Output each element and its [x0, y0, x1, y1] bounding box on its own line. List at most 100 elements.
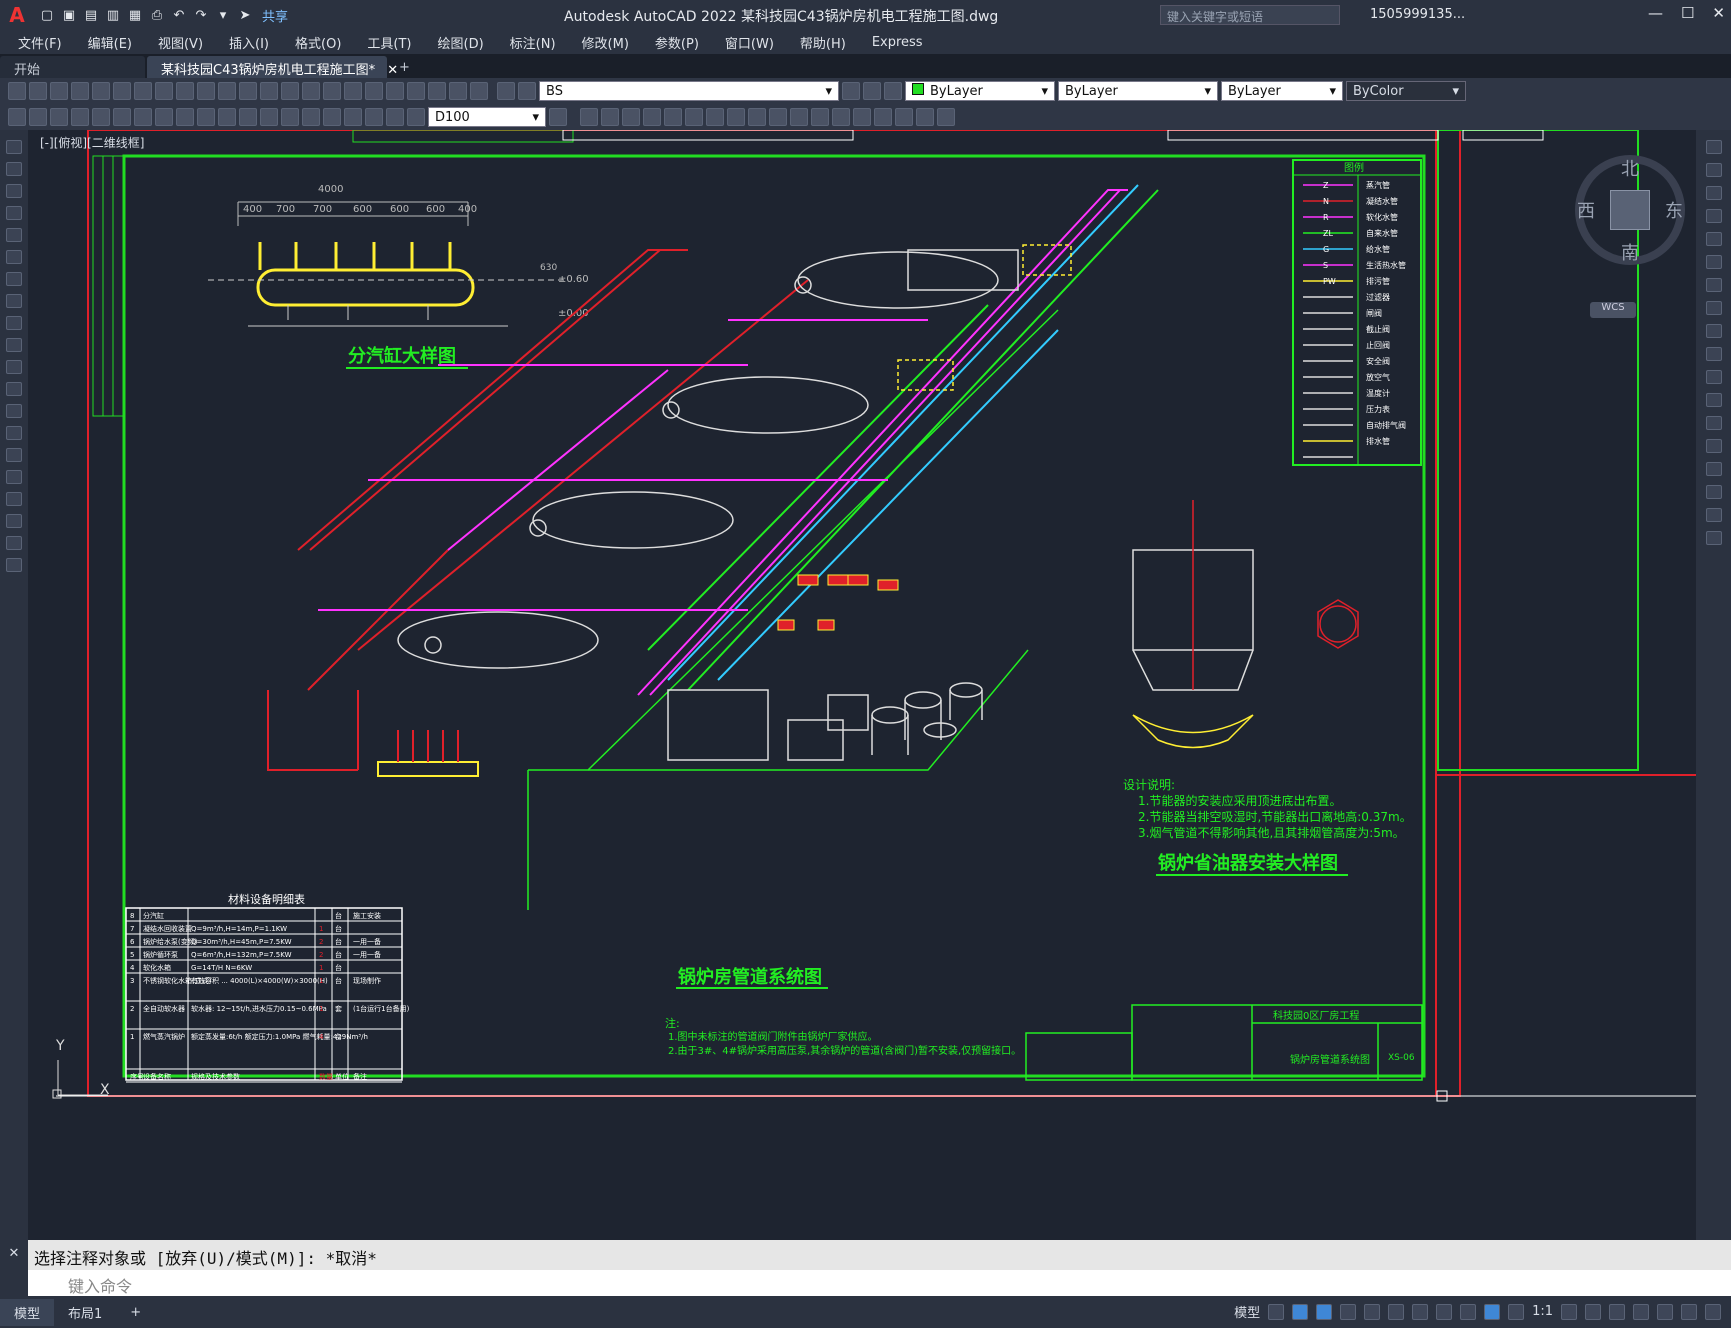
trim-icon[interactable]: [748, 108, 766, 126]
menu-tools[interactable]: 工具(T): [367, 33, 411, 52]
sheet-set-icon[interactable]: [407, 82, 425, 100]
dim-style-icon[interactable]: [549, 108, 567, 126]
customization-icon[interactable]: [1705, 1303, 1721, 1320]
array-icon-r[interactable]: [1705, 232, 1722, 246]
copy-icon-r[interactable]: [1705, 163, 1722, 177]
erase-icon[interactable]: [1705, 140, 1722, 154]
inspection-icon[interactable]: [323, 108, 341, 126]
open-icon[interactable]: [29, 82, 47, 100]
model-space-label[interactable]: 模型: [1234, 1302, 1260, 1321]
zoom-previous-icon[interactable]: [323, 82, 341, 100]
layer-previous-icon[interactable]: [863, 82, 881, 100]
center-mark-icon[interactable]: [302, 108, 320, 126]
command-close-icon[interactable]: ✕: [0, 1240, 28, 1296]
linetype-combo[interactable]: ByLayer ▾: [1058, 81, 1218, 101]
explode-icon[interactable]: [874, 108, 892, 126]
gradient-icon[interactable]: [6, 470, 22, 484]
menu-format[interactable]: 格式(O): [295, 33, 341, 52]
ortho-icon[interactable]: [1316, 1303, 1333, 1320]
open-file-icon[interactable]: ▣: [60, 6, 78, 24]
dim-space-icon[interactable]: [239, 108, 257, 126]
scale-icon-r[interactable]: [1705, 301, 1722, 315]
offset-icon-r[interactable]: [1705, 209, 1722, 223]
plotstyle-combo[interactable]: ByColor ▾: [1346, 81, 1466, 101]
mirror-icon[interactable]: [601, 108, 619, 126]
annotation-visibility-icon[interactable]: [1484, 1303, 1501, 1320]
insert-block-icon[interactable]: [6, 382, 22, 396]
tab-drawing[interactable]: 某科技园C43锅炉房机电工程施工图* ✕: [147, 56, 398, 78]
arc-length-icon[interactable]: [50, 108, 68, 126]
osnap-icon[interactable]: [1412, 1303, 1429, 1320]
menu-help[interactable]: 帮助(H): [800, 33, 846, 52]
dim-update-icon[interactable]: [407, 108, 425, 126]
calculator-icon[interactable]: [449, 82, 467, 100]
aligned-dim-icon[interactable]: [29, 108, 47, 126]
rotate-icon-r[interactable]: [1705, 278, 1722, 292]
isodraft-icon[interactable]: [1364, 1303, 1381, 1320]
save-as-icon[interactable]: ▥: [104, 6, 122, 24]
menu-parametric[interactable]: 参数(P): [655, 33, 699, 52]
add-selected-icon[interactable]: [6, 558, 22, 572]
viewport-controls[interactable]: [-][俯视][二维线框]: [40, 134, 144, 151]
line-icon[interactable]: [6, 140, 22, 154]
annotation-monitor-icon[interactable]: [1585, 1303, 1601, 1320]
quick-dim-icon[interactable]: [176, 108, 194, 126]
viewcube-north[interactable]: 北: [1621, 155, 1639, 181]
menu-insert[interactable]: 插入(I): [229, 33, 269, 52]
tool-palettes-icon[interactable]: [386, 82, 404, 100]
rotate-icon[interactable]: [685, 108, 703, 126]
viewcube[interactable]: 北 南 西 东: [1575, 155, 1685, 265]
dimstyle-combo[interactable]: D100 ▾: [428, 107, 546, 127]
menu-window[interactable]: 窗口(W): [725, 33, 774, 52]
viewcube-west[interactable]: 西: [1577, 197, 1595, 223]
polar-icon[interactable]: [1340, 1303, 1357, 1320]
lineweight-icon[interactable]: [1436, 1303, 1453, 1320]
viewcube-face-icon[interactable]: [1610, 190, 1650, 230]
redo-icon[interactable]: ↷: [192, 6, 210, 24]
construction-line-icon[interactable]: [6, 162, 22, 176]
undo-icon[interactable]: ↶: [170, 6, 188, 24]
web-mobile-icon[interactable]: ▦: [126, 6, 144, 24]
workspace-gear-icon[interactable]: [1561, 1303, 1577, 1320]
break-icon[interactable]: [790, 108, 808, 126]
point-icon[interactable]: [6, 426, 22, 440]
stretch-icon-r[interactable]: [1705, 324, 1722, 338]
search-input[interactable]: 键入关键字或短语: [1160, 5, 1340, 25]
grid-icon[interactable]: [1268, 1303, 1285, 1320]
hatch-icon[interactable]: [6, 448, 22, 462]
paste-icon[interactable]: [176, 82, 194, 100]
extend-icon-r[interactable]: [1705, 370, 1722, 384]
offset-icon[interactable]: [622, 108, 640, 126]
hardware-accel-icon[interactable]: [1657, 1303, 1673, 1320]
annotation-scale[interactable]: 1:1: [1532, 1304, 1553, 1319]
dim-edit-icon[interactable]: [365, 108, 383, 126]
array-icon[interactable]: [643, 108, 661, 126]
text-front-icon[interactable]: [916, 108, 934, 126]
pan-icon[interactable]: [260, 82, 278, 100]
extend-icon[interactable]: [769, 108, 787, 126]
menu-dimension[interactable]: 标注(N): [510, 33, 556, 52]
command-input[interactable]: 键入命令: [28, 1270, 1731, 1296]
layer-properties-icon[interactable]: [497, 82, 515, 100]
trim-icon-r[interactable]: [1705, 347, 1722, 361]
fillet-icon-r[interactable]: [1705, 485, 1722, 499]
blend-icon-r[interactable]: [1705, 508, 1722, 522]
new-file-icon[interactable]: ▢: [38, 6, 56, 24]
menu-express[interactable]: Express: [872, 35, 923, 50]
move-icon[interactable]: [664, 108, 682, 126]
isolate-icon[interactable]: [1633, 1303, 1649, 1320]
ordinate-icon[interactable]: [71, 108, 89, 126]
menu-view[interactable]: 视图(V): [158, 33, 203, 52]
move-icon-r[interactable]: [1705, 255, 1722, 269]
clean-screen-icon[interactable]: [1681, 1303, 1697, 1320]
arc-icon[interactable]: [6, 250, 22, 264]
share-button[interactable]: 共享: [262, 6, 288, 25]
color-combo[interactable]: ByLayer ▾: [905, 81, 1055, 101]
cut-icon[interactable]: [134, 82, 152, 100]
viewcube-south[interactable]: 南: [1621, 239, 1639, 265]
menu-edit[interactable]: 编辑(E): [88, 33, 132, 52]
mirror-icon-r[interactable]: [1705, 186, 1722, 200]
otrack-icon[interactable]: [1388, 1303, 1405, 1320]
radius-icon[interactable]: [92, 108, 110, 126]
fillet-icon[interactable]: [853, 108, 871, 126]
